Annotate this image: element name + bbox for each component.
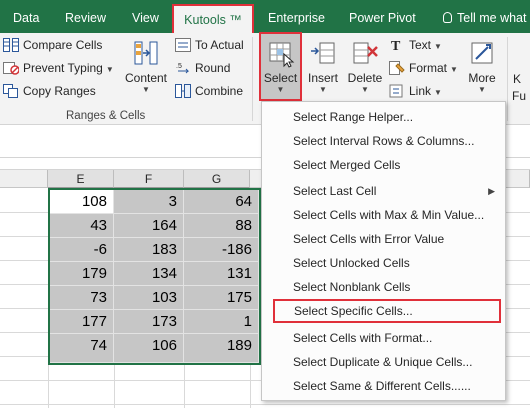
cell-f6[interactable]: 173 [114,310,184,334]
cell-e1[interactable]: 108 [50,190,114,214]
more-tools-icon [471,42,493,64]
lightbulb-icon [443,12,452,23]
delete-icon [353,42,378,64]
select-icon [269,42,294,68]
round-icon: .5 [176,63,190,74]
chevron-down-icon: ▼ [142,85,150,94]
link-label: Link ▼ [409,84,442,98]
menu-item-select-interval-rows-columns[interactable]: Select Interval Rows & Columns... [262,129,505,153]
chevron-down-icon: ▼ [105,65,114,74]
select-button[interactable]: Select ▼ [259,32,302,101]
more-label: More [468,71,496,85]
menu-item-select-last-cell[interactable]: Select Last Cell ▶ [262,179,505,203]
text-label: Text ▼ [409,38,442,52]
menu-item-select-merged-cells[interactable]: Select Merged Cells [262,153,505,177]
cell-e3[interactable]: -6 [50,238,114,262]
insert-label: Insert [307,71,338,85]
tab-kutools[interactable]: Kutools ™ [172,4,254,33]
cell-f3[interactable]: 183 [114,238,184,262]
text-icon: T [391,39,401,52]
ranges-cells-group-label: Ranges & Cells [66,110,146,122]
column-header-g[interactable]: G [184,170,250,188]
compare-cells-icon [3,38,19,52]
kutools-functions-label-fu: Fu [512,89,527,103]
menu-item-select-error-value[interactable]: Select Cells with Error Value [262,227,505,251]
cell-g3[interactable]: -186 [184,238,259,262]
content-button[interactable]: Content ▼ [122,33,170,101]
compare-cells-label: Compare Cells [23,38,103,52]
insert-icon [311,42,335,64]
chevron-down-icon: ▼ [450,65,458,74]
svg-text:T: T [391,39,401,52]
menu-item-select-specific-cells[interactable]: Select Specific Cells... [273,299,501,323]
cell-e4[interactable]: 179 [50,262,114,286]
ribbon-tab-bar: Data Review View Kutools ™ Enterprise Po… [0,0,530,33]
tell-me-label: Tell me what [457,11,527,25]
cell-g6[interactable]: 1 [184,310,259,334]
cell-e2[interactable]: 43 [50,214,114,238]
content-icon [134,41,158,65]
chevron-down-icon: ▼ [478,85,486,94]
round-label: Round [195,61,231,75]
cell-g7[interactable]: 189 [184,334,259,363]
menu-item-select-unlocked-cells[interactable]: Select Unlocked Cells [262,251,505,275]
content-label: Content [124,71,168,85]
delete-label: Delete [347,71,383,85]
column-header-f[interactable]: F [114,170,184,188]
cell-f7[interactable]: 106 [114,334,184,363]
cell-e7[interactable]: 74 [50,334,114,363]
prevent-typing-label: Prevent Typing ▼ [23,61,114,75]
menu-item-select-cells-with-format[interactable]: Select Cells with Format... [262,326,505,350]
copy-ranges-label: Copy Ranges [23,84,96,98]
select-label: Select [263,71,298,85]
cell-f5[interactable]: 103 [114,286,184,310]
cell-g1[interactable]: 64 [184,190,259,214]
chevron-down-icon: ▼ [361,85,369,94]
prevent-typing-icon [3,62,19,75]
cell-f1[interactable]: 3 [114,190,184,214]
group-divider [507,37,508,121]
column-header-e[interactable]: E [48,170,114,188]
menu-item-select-same-different[interactable]: Select Same & Different Cells...... [262,374,505,398]
menu-item-select-max-min[interactable]: Select Cells with Max & Min Value... [262,203,505,227]
chevron-down-icon: ▼ [434,88,442,97]
chevron-right-icon: ▶ [488,186,495,196]
tab-review[interactable]: Review [65,0,106,33]
copy-ranges-icon [3,84,18,98]
cell-g4[interactable]: 131 [184,262,259,286]
tell-me-search[interactable]: Tell me what [443,0,526,33]
combine-label: Combine [195,84,244,98]
chevron-down-icon: ▼ [276,85,285,94]
cell-g5[interactable]: 175 [184,286,259,310]
chevron-down-icon: ▼ [434,42,442,51]
group-divider [252,37,253,121]
more-button[interactable]: More ▼ [460,33,504,101]
menu-item-select-duplicate-unique[interactable]: Select Duplicate & Unique Cells... [262,350,505,374]
tab-enterprise[interactable]: Enterprise [268,0,325,33]
menu-item-select-nonblank-cells[interactable]: Select Nonblank Cells [262,275,505,299]
combine-icon [175,84,191,98]
cell-f2[interactable]: 164 [114,214,184,238]
to-actual-icon [175,38,191,52]
cell-f4[interactable]: 134 [114,262,184,286]
tab-data[interactable]: Data [13,0,39,33]
tab-power-pivot[interactable]: Power Pivot [349,0,416,33]
format-icon [389,61,405,75]
svg-text:.5: .5 [176,63,182,70]
tab-view[interactable]: View [132,0,159,33]
menu-item-select-range-helper[interactable]: Select Range Helper... [262,105,505,129]
cell-g2[interactable]: 88 [184,214,259,238]
cell-e6[interactable]: 177 [50,310,114,334]
select-dropdown-menu: Select Range Helper... Select Interval R… [261,101,506,401]
format-label: Format ▼ [409,61,458,75]
delete-button[interactable]: Delete ▼ [344,33,386,101]
to-actual-label: To Actual [195,38,244,52]
select-last-cell-label: Select Last Cell [293,184,377,198]
link-icon [389,84,403,98]
column-header-d[interactable] [0,170,48,188]
chevron-down-icon: ▼ [319,85,327,94]
cell-e5[interactable]: 73 [50,286,114,310]
insert-button[interactable]: Insert ▼ [304,33,342,101]
